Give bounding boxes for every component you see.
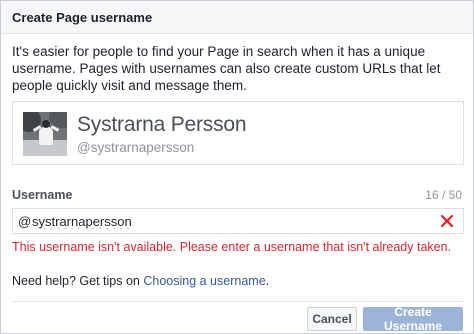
username-input[interactable] — [32, 210, 422, 232]
character-counter: 16 / 50 — [425, 188, 462, 202]
username-error-message: This username isn't available. Please en… — [12, 240, 452, 254]
choosing-username-link[interactable]: Choosing a username — [143, 274, 265, 288]
footer-divider — [12, 301, 464, 302]
help-prefix: Need help? Get tips on — [12, 274, 144, 288]
dialog-header: Create Page username — [1, 1, 473, 34]
help-suffix: . — [265, 274, 270, 288]
at-prefix: @ — [18, 214, 32, 229]
create-username-dialog: Create Page username It's easier for peo… — [0, 0, 474, 334]
dialog-description: It's easier for people to find your Page… — [12, 44, 441, 93]
username-label: Username — [12, 188, 73, 202]
clear-icon[interactable] — [439, 213, 455, 229]
page-avatar — [23, 112, 67, 156]
page-handle: @systrarnapersson — [77, 140, 195, 155]
dialog-title: Create Page username — [12, 10, 153, 25]
username-field[interactable]: @ — [12, 208, 464, 234]
page-name: Systrarna Persson — [77, 113, 247, 136]
help-text: Need help? Get tips on Choosing a userna… — [12, 274, 269, 288]
create-username-button[interactable]: Create Username — [363, 305, 463, 333]
page-preview-card: Systrarna Persson @systrarnapersson — [12, 101, 464, 165]
cancel-button[interactable]: Cancel — [307, 307, 357, 331]
